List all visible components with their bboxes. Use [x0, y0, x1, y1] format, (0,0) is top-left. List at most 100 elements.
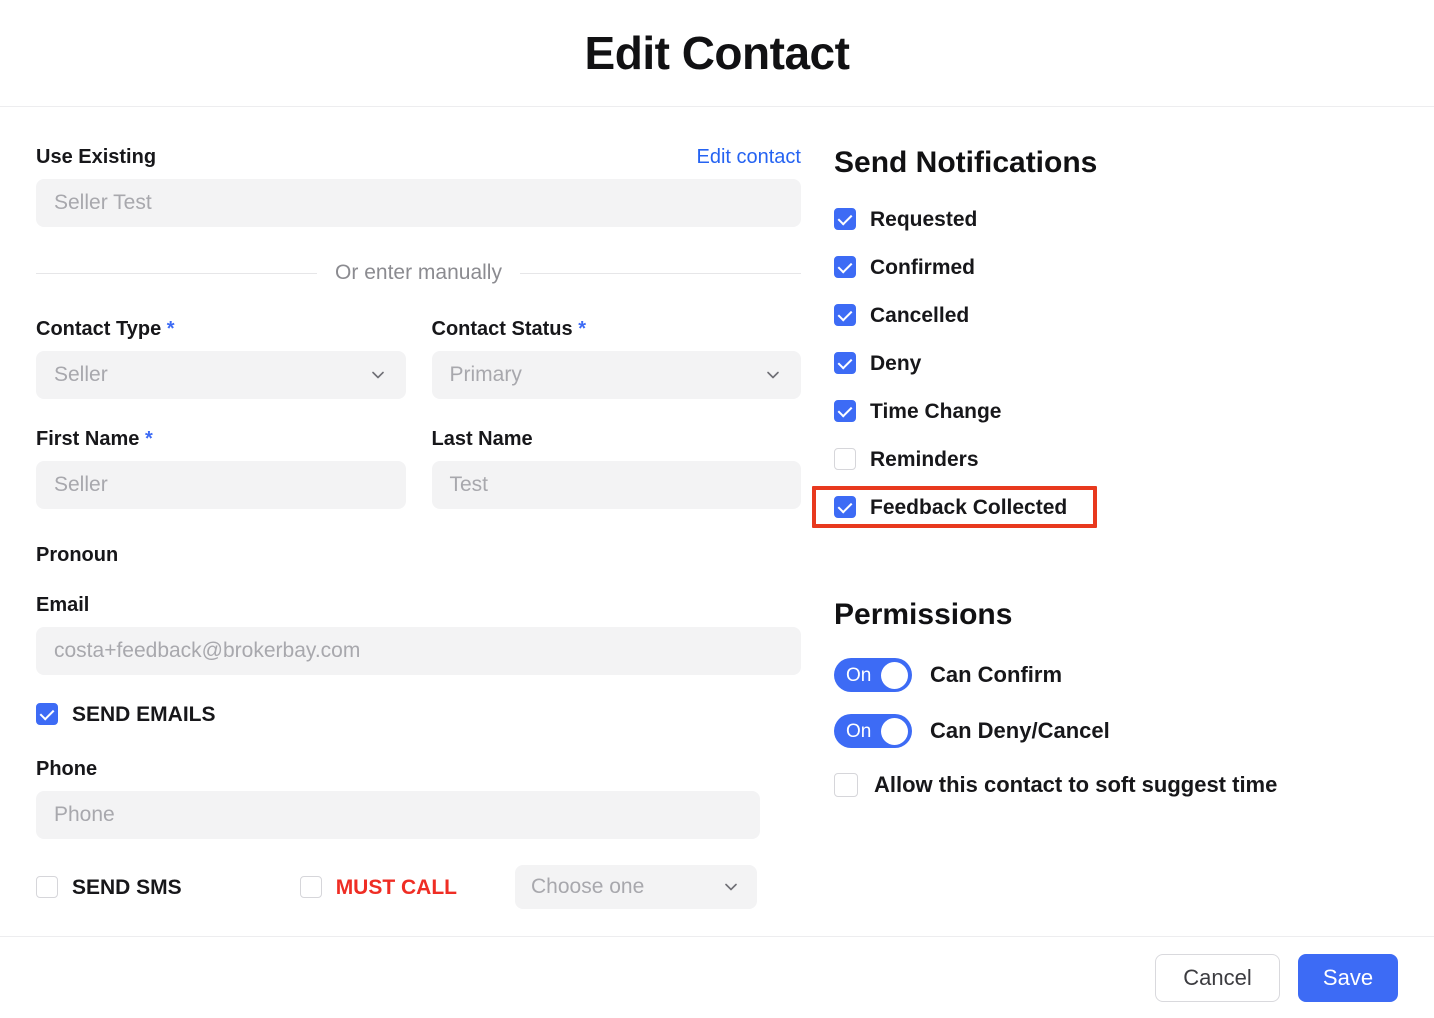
notification-label: Confirmed	[870, 255, 975, 279]
notification-label: Deny	[870, 351, 922, 375]
send-emails-row[interactable]: SEND EMAILS	[36, 697, 817, 731]
email-group: Email costa+feedback@brokerbay.com	[36, 593, 817, 675]
must-call-select[interactable]: Choose one	[515, 865, 758, 909]
use-existing-group: Use Existing Edit contact Seller Test	[36, 145, 817, 227]
sms-must-call-row: SEND SMS MUST CALL Choose one	[36, 865, 760, 909]
or-enter-manually-divider: Or enter manually	[36, 261, 801, 285]
email-input[interactable]: costa+feedback@brokerbay.com	[36, 627, 801, 675]
phone-input[interactable]: Phone	[36, 791, 760, 839]
send-notifications-title: Send Notifications	[834, 146, 1098, 179]
soft-suggest-time-row[interactable]: Allow this contact to soft suggest time	[834, 759, 1434, 811]
notification-checkbox[interactable]	[834, 448, 856, 470]
settings-column: Send Notifications Requested Confirmed Can…	[812, 107, 1434, 936]
permission-row: On Can Confirm	[834, 647, 1434, 703]
notification-checkbox[interactable]	[834, 400, 856, 422]
chevron-down-icon	[721, 877, 741, 897]
notification-checkbox[interactable]	[834, 256, 856, 278]
first-name-group: First Name * Seller	[36, 427, 406, 509]
toggle-knob	[881, 717, 908, 745]
permissions-list: On Can Confirm On Can Deny/Cancel	[834, 647, 1434, 759]
notification-checkbox[interactable]	[834, 304, 856, 326]
pronoun-label: Pronoun	[36, 544, 119, 566]
last-name-input[interactable]: Test	[431, 461, 801, 509]
dialog-header: Edit Contact	[0, 0, 1434, 107]
contact-type-select[interactable]: Seller	[36, 351, 406, 399]
notification-label: Time Change	[870, 399, 1002, 423]
contact-status-label: Contact Status *	[431, 318, 586, 340]
permission-label: Can Deny/Cancel	[930, 718, 1110, 743]
required-asterisk: *	[578, 318, 586, 340]
notification-checkbox[interactable]	[834, 208, 856, 230]
toggle-state-label: On	[846, 664, 872, 686]
must-call-label: MUST CALL	[335, 875, 458, 899]
notification-label: Cancelled	[870, 303, 970, 327]
email-label: Email	[36, 594, 90, 616]
notification-checkbox[interactable]	[834, 352, 856, 374]
save-button[interactable]: Save	[1298, 953, 1398, 1002]
toggle-state-label: On	[846, 720, 872, 742]
divider-line-right	[519, 272, 801, 274]
last-name-label: Last Name	[431, 428, 533, 450]
notification-row[interactable]: Requested	[834, 208, 977, 230]
contact-status-select[interactable]: Primary	[431, 351, 801, 399]
name-row: First Name * Seller Last Name Test	[36, 427, 801, 509]
permission-row: On Can Deny/Cancel	[834, 703, 1434, 759]
cancel-button[interactable]: Cancel	[1155, 953, 1280, 1002]
chevron-down-icon	[763, 365, 783, 385]
must-call-select-placeholder: Choose one	[531, 875, 645, 898]
notification-label: Requested	[870, 207, 978, 231]
first-name-input[interactable]: Seller	[36, 461, 406, 509]
email-placeholder: costa+feedback@brokerbay.com	[54, 639, 361, 662]
notification-row[interactable]: Deny	[834, 352, 921, 374]
first-name-placeholder: Seller	[54, 473, 108, 496]
permission-toggle[interactable]: On	[834, 714, 912, 748]
edit-contact-link[interactable]: Edit contact	[696, 146, 801, 169]
contact-status-group: Contact Status * Primary	[431, 317, 801, 399]
notification-row[interactable]: Feedback Collected	[812, 486, 1098, 528]
contact-type-status-row: Contact Type * Seller Contact Status * P…	[36, 317, 801, 399]
pronoun-group: Pronoun	[36, 543, 817, 567]
notification-label: Reminders	[870, 447, 979, 471]
soft-suggest-time-checkbox[interactable]	[834, 773, 858, 797]
contact-type-label: Contact Type *	[36, 318, 175, 340]
first-name-label: First Name *	[36, 428, 153, 450]
contact-type-group: Contact Type * Seller	[36, 317, 406, 399]
notification-row[interactable]: Cancelled	[834, 304, 969, 326]
notification-row[interactable]: Time Change	[834, 400, 1001, 422]
permission-label: Can Confirm	[930, 662, 1062, 687]
send-emails-checkbox[interactable]	[36, 703, 58, 725]
soft-suggest-time-label: Allow this contact to soft suggest time	[874, 772, 1278, 797]
edit-contact-dialog: Edit Contact Use Existing Edit contact S…	[0, 0, 1434, 1018]
permissions-title: Permissions	[834, 598, 1013, 631]
phone-label: Phone	[36, 758, 98, 780]
use-existing-label-row: Use Existing Edit contact	[36, 145, 801, 179]
send-notifications-section: Send Notifications Requested Confirmed Can…	[812, 145, 1434, 531]
use-existing-label: Use Existing	[36, 146, 157, 168]
notification-checkbox[interactable]	[834, 496, 856, 518]
notification-row[interactable]: Confirmed	[834, 256, 975, 278]
permission-toggle[interactable]: On	[834, 658, 912, 692]
required-asterisk: *	[166, 318, 175, 340]
page-title: Edit Contact	[584, 27, 850, 79]
contact-type-placeholder: Seller	[54, 363, 108, 386]
chevron-down-icon	[368, 365, 388, 385]
phone-placeholder: Phone	[54, 803, 115, 826]
notifications-list: Requested Confirmed Cancelled Deny Time Chan…	[812, 195, 1434, 531]
use-existing-placeholder: Seller Test	[54, 191, 152, 214]
required-asterisk: *	[144, 428, 153, 450]
dialog-footer: Cancel Save	[0, 936, 1434, 1018]
dialog-body: Use Existing Edit contact Seller Test Or…	[0, 107, 1434, 936]
contact-form-column: Use Existing Edit contact Seller Test Or…	[0, 107, 817, 936]
notification-row[interactable]: Reminders	[834, 448, 979, 470]
toggle-knob	[881, 661, 908, 689]
send-sms-label: SEND SMS	[72, 875, 182, 899]
send-sms-checkbox[interactable]	[36, 876, 58, 898]
notification-label: Feedback Collected	[870, 495, 1068, 519]
contact-status-placeholder: Primary	[449, 363, 522, 386]
last-name-placeholder: Test	[449, 473, 489, 496]
divider-line-left	[36, 272, 318, 274]
use-existing-input[interactable]: Seller Test	[36, 179, 801, 227]
send-emails-label: SEND EMAILS	[72, 702, 216, 726]
must-call-checkbox[interactable]	[299, 876, 322, 898]
